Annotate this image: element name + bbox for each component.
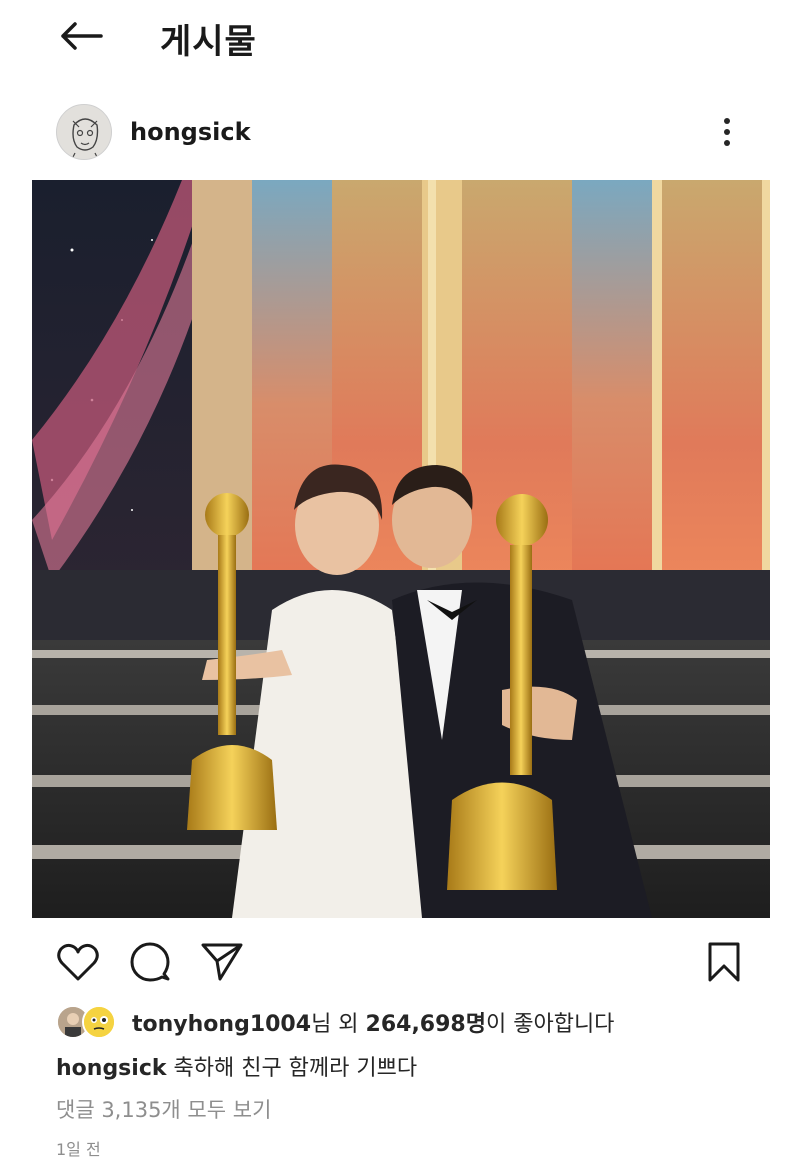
post-header: hongsick [0,100,800,164]
comment-button[interactable] [126,938,174,986]
liker-avatar [82,1005,116,1039]
like-button[interactable] [54,938,102,986]
likes-suffix-2: 이 좋아합니다 [485,1012,615,1037]
bookmark-icon [708,942,740,982]
back-button[interactable] [56,14,106,58]
view-all-comments-link[interactable]: 댓글 3,135개 모두 보기 [56,1094,271,1124]
likes-suffix-1: 님 외 [311,1012,366,1037]
avatar[interactable] [56,104,112,160]
liker-username[interactable]: tonyhong1004 [132,1012,311,1037]
send-icon [201,943,243,981]
save-button[interactable] [700,938,748,986]
post-caption: hongsick 축하해 친구 함께라 기쁘다 [56,1050,417,1082]
liker-avatars [56,1005,122,1039]
more-options-button[interactable] [712,110,742,154]
post-username[interactable]: hongsick [130,118,251,146]
share-button[interactable] [198,938,246,986]
arrow-left-icon [61,22,103,50]
top-bar: 게시물 [0,0,800,80]
caption-username[interactable]: hongsick [56,1056,167,1081]
caption-text: 축하해 친구 함께라 기쁘다 [166,1056,418,1081]
likes-summary[interactable]: tonyhong1004님 외 264,698명이 좋아합니다 [56,1004,614,1040]
post-image[interactable] [32,180,770,918]
avatar-drawing [57,105,111,159]
heart-icon [57,943,99,981]
comment-icon [130,942,170,982]
award-ceremony-photo [32,180,770,918]
action-bar [0,930,800,990]
more-vertical-icon [724,118,730,124]
likes-text: tonyhong1004님 외 264,698명이 좋아합니다 [132,1006,614,1038]
likes-count[interactable]: 264,698명 [366,1012,486,1037]
post-timestamp: 1일 전 [56,1140,101,1159]
page-title: 게시물 [160,22,257,62]
